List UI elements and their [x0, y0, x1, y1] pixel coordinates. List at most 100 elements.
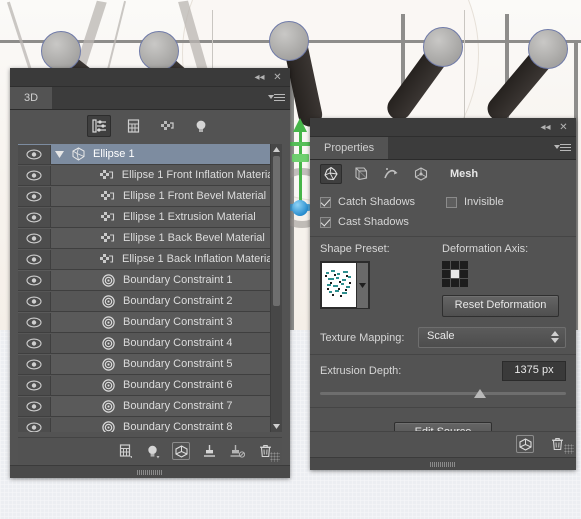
- panel-3d-filter-toolbar[interactable]: [10, 110, 290, 142]
- scrollbar-thumb[interactable]: [273, 156, 280, 306]
- 3d-scene-list-rows[interactable]: Ellipse 1 Ellipse 1 Front Inflation Mater…: [18, 144, 271, 432]
- panel-properties-tab-row[interactable]: Properties: [310, 137, 576, 160]
- close-icon[interactable]: ✕: [271, 71, 284, 84]
- visibility-toggle-icon[interactable]: [18, 333, 51, 353]
- list-item[interactable]: Boundary Constraint 8: [18, 417, 271, 432]
- properties-icon-row[interactable]: Mesh: [310, 160, 576, 188]
- new-3d-layer-icon[interactable]: [516, 435, 534, 453]
- 3d-list-scrollbar[interactable]: [270, 144, 282, 432]
- scene-filter-icon[interactable]: [87, 115, 111, 137]
- material-filter-icon[interactable]: [155, 115, 179, 137]
- reset-deformation-button[interactable]: Reset Deformation: [442, 295, 559, 317]
- shape-preset-picker[interactable]: [320, 261, 370, 309]
- list-item[interactable]: Boundary Constraint 6: [18, 375, 271, 396]
- y-axis-scale-handle[interactable]: [292, 154, 309, 162]
- deform-axis-cell-center[interactable]: [451, 270, 459, 278]
- resize-grip[interactable]: [564, 444, 574, 454]
- collapse-icon[interactable]: ◂◂: [539, 121, 552, 134]
- visibility-toggle-icon[interactable]: [18, 375, 51, 395]
- deform-axis-cell[interactable]: [442, 261, 450, 269]
- slider-thumb[interactable]: [473, 389, 486, 398]
- deformation-axis-grid[interactable]: [442, 261, 468, 287]
- remove-constraint-icon[interactable]: [228, 442, 246, 460]
- scroll-up-icon[interactable]: [271, 144, 282, 155]
- y-axis-rotate-handle[interactable]: [289, 142, 312, 146]
- list-item[interactable]: Boundary Constraint 1: [18, 270, 271, 291]
- list-item[interactable]: Ellipse 1 Back Inflation Material: [18, 249, 271, 270]
- deform-props-icon[interactable]: [350, 164, 372, 184]
- close-icon[interactable]: ✕: [557, 121, 570, 134]
- list-item[interactable]: Ellipse 1: [18, 144, 271, 165]
- list-item[interactable]: Ellipse 1 Extrusion Material: [18, 207, 271, 228]
- visibility-toggle-icon[interactable]: [18, 417, 51, 432]
- panel-3d-tab-row[interactable]: 3D: [10, 87, 290, 110]
- deform-axis-cell[interactable]: [460, 270, 468, 278]
- panel-properties-footer[interactable]: [310, 431, 576, 456]
- list-item[interactable]: Boundary Constraint 5: [18, 354, 271, 375]
- add-light-icon[interactable]: [144, 442, 162, 460]
- visibility-toggle-icon[interactable]: [18, 186, 51, 206]
- panel-properties[interactable]: ◂◂ ✕ Properties Mesh Catch Shadows Cast …: [310, 118, 576, 470]
- tab-properties[interactable]: Properties: [310, 137, 389, 159]
- 3d-axis-gizmo[interactable]: [288, 118, 312, 218]
- list-item[interactable]: Ellipse 1 Front Bevel Material: [18, 186, 271, 207]
- panel-properties-titlebar[interactable]: ◂◂ ✕: [310, 118, 576, 137]
- add-mesh-icon[interactable]: [116, 442, 134, 460]
- mesh-filter-icon[interactable]: [121, 115, 145, 137]
- deform-axis-cell[interactable]: [460, 279, 468, 287]
- panel-3d-menu-icon[interactable]: [268, 92, 285, 104]
- visibility-toggle-icon[interactable]: [18, 228, 51, 248]
- stepper-arrows-icon[interactable]: [551, 331, 559, 343]
- deform-axis-cell[interactable]: [451, 261, 459, 269]
- catch-shadows-row[interactable]: Catch Shadows: [320, 192, 446, 212]
- visibility-toggle-icon[interactable]: [18, 270, 51, 290]
- shape-preset-dropdown-arrow[interactable]: [357, 263, 368, 308]
- list-item[interactable]: Boundary Constraint 4: [18, 333, 271, 354]
- resize-grip[interactable]: [270, 452, 280, 462]
- cast-shadows-row[interactable]: Cast Shadows: [320, 212, 446, 232]
- invisible-checkbox[interactable]: [446, 196, 457, 208]
- deform-axis-cell[interactable]: [442, 270, 450, 278]
- visibility-toggle-icon[interactable]: [18, 354, 51, 374]
- visibility-toggle-icon[interactable]: [18, 312, 51, 332]
- texture-mapping-select[interactable]: Scale: [418, 327, 566, 348]
- render-icon[interactable]: [172, 442, 190, 460]
- list-item[interactable]: Boundary Constraint 7: [18, 396, 271, 417]
- visibility-toggle-icon[interactable]: [18, 207, 51, 227]
- collapse-icon[interactable]: ◂◂: [253, 71, 266, 84]
- deform-axis-cell[interactable]: [442, 279, 450, 287]
- coordinates-props-icon[interactable]: [410, 164, 432, 184]
- mesh-props-icon[interactable]: [320, 164, 342, 184]
- list-item[interactable]: Boundary Constraint 3: [18, 312, 271, 333]
- tab-3d[interactable]: 3D: [10, 87, 53, 109]
- visibility-toggle-icon[interactable]: [18, 291, 51, 311]
- invisible-row[interactable]: Invisible: [446, 192, 566, 212]
- extrusion-depth-slider[interactable]: [320, 387, 566, 401]
- visibility-toggle-icon[interactable]: [18, 249, 51, 269]
- panel-3d[interactable]: ◂◂ ✕ 3D Ellipse 1 Ellipse 1 Front Inflat…: [10, 68, 290, 478]
- list-item[interactable]: Ellipse 1 Back Bevel Material: [18, 228, 271, 249]
- catch-shadows-checkbox[interactable]: [320, 196, 331, 208]
- panel-3d-bottom-toolbar[interactable]: [18, 437, 282, 464]
- extrusion-depth-field[interactable]: 1375 px: [502, 361, 566, 381]
- scroll-down-icon[interactable]: [271, 421, 282, 432]
- cast-shadows-checkbox[interactable]: [320, 216, 331, 228]
- visibility-toggle-icon[interactable]: [18, 396, 51, 416]
- list-item[interactable]: Ellipse 1 Front Inflation Material: [18, 165, 271, 186]
- light-filter-icon[interactable]: [189, 115, 213, 137]
- shape-preset-thumbnail[interactable]: [322, 263, 356, 307]
- panel-3d-drag-grip[interactable]: [10, 465, 290, 478]
- cap-props-icon[interactable]: [380, 164, 402, 184]
- deform-axis-cell[interactable]: [451, 279, 459, 287]
- visibility-toggle-icon[interactable]: [18, 144, 51, 164]
- visibility-toggle-icon[interactable]: [18, 165, 51, 185]
- disclosure-triangle-icon[interactable]: [51, 150, 67, 158]
- add-constraint-icon[interactable]: [200, 442, 218, 460]
- panel-properties-drag-grip[interactable]: [310, 457, 576, 470]
- deform-axis-cell[interactable]: [460, 261, 468, 269]
- panel-properties-menu-icon[interactable]: [554, 142, 571, 154]
- slider-track[interactable]: [320, 392, 566, 395]
- 3d-scene-list[interactable]: Ellipse 1 Ellipse 1 Front Inflation Mater…: [18, 144, 282, 432]
- panel-3d-titlebar[interactable]: ◂◂ ✕: [10, 68, 290, 87]
- list-item[interactable]: Boundary Constraint 2: [18, 291, 271, 312]
